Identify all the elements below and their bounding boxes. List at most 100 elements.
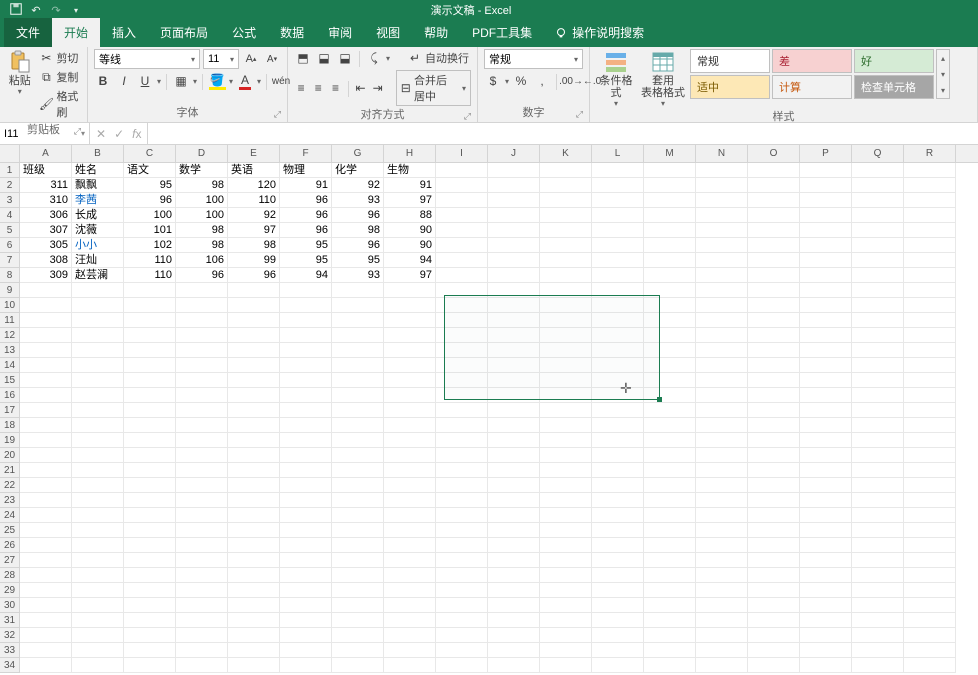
cell[interactable] <box>800 538 852 553</box>
cell[interactable] <box>436 538 488 553</box>
cell[interactable] <box>124 388 176 403</box>
cell[interactable] <box>852 538 904 553</box>
cell[interactable] <box>228 283 280 298</box>
cell[interactable] <box>592 583 644 598</box>
cell[interactable] <box>20 598 72 613</box>
cell[interactable] <box>280 568 332 583</box>
cell[interactable] <box>72 403 124 418</box>
cell[interactable] <box>592 463 644 478</box>
column-header[interactable]: B <box>72 145 124 162</box>
row-header[interactable]: 26 <box>0 538 19 553</box>
cell[interactable] <box>592 343 644 358</box>
cell[interactable] <box>852 238 904 253</box>
cell[interactable] <box>904 313 956 328</box>
cell[interactable] <box>436 448 488 463</box>
cell[interactable] <box>904 253 956 268</box>
cell[interactable]: 95 <box>332 253 384 268</box>
percent-format-icon[interactable]: % <box>512 72 530 90</box>
cell[interactable] <box>592 313 644 328</box>
cell[interactable] <box>176 448 228 463</box>
cell[interactable] <box>488 388 540 403</box>
cell[interactable] <box>20 553 72 568</box>
cell[interactable] <box>124 358 176 373</box>
row-header[interactable]: 20 <box>0 448 19 463</box>
cell[interactable]: 92 <box>228 208 280 223</box>
row-header[interactable]: 21 <box>0 463 19 478</box>
cell[interactable] <box>644 403 696 418</box>
cell[interactable] <box>228 403 280 418</box>
cell[interactable] <box>748 418 800 433</box>
cell[interactable] <box>800 343 852 358</box>
row-header[interactable]: 12 <box>0 328 19 343</box>
cell[interactable] <box>904 238 956 253</box>
cell[interactable] <box>436 613 488 628</box>
cell[interactable] <box>436 268 488 283</box>
cell[interactable] <box>748 493 800 508</box>
cell[interactable]: 94 <box>280 268 332 283</box>
cell[interactable] <box>540 163 592 178</box>
cell[interactable] <box>644 493 696 508</box>
cell[interactable] <box>384 298 436 313</box>
cell[interactable] <box>488 583 540 598</box>
cell[interactable] <box>644 658 696 673</box>
cell[interactable] <box>436 283 488 298</box>
column-header[interactable]: Q <box>852 145 904 162</box>
cell[interactable] <box>748 238 800 253</box>
cell[interactable] <box>904 208 956 223</box>
cell[interactable] <box>800 643 852 658</box>
cell[interactable] <box>72 523 124 538</box>
cell[interactable] <box>540 343 592 358</box>
cell[interactable] <box>436 463 488 478</box>
cell[interactable] <box>280 628 332 643</box>
font-size-combo[interactable]: 11▾ <box>203 49 239 69</box>
cell[interactable] <box>644 433 696 448</box>
cell[interactable] <box>332 643 384 658</box>
cell[interactable]: 100 <box>176 208 228 223</box>
cell[interactable] <box>904 508 956 523</box>
cell[interactable] <box>540 508 592 523</box>
cell[interactable] <box>72 373 124 388</box>
cell[interactable] <box>488 298 540 313</box>
tab-review[interactable]: 审阅 <box>316 18 364 47</box>
cell[interactable] <box>124 553 176 568</box>
tell-me[interactable]: 操作说明搜索 <box>544 18 654 47</box>
cell[interactable] <box>20 628 72 643</box>
cell[interactable] <box>904 178 956 193</box>
cell[interactable] <box>748 253 800 268</box>
cell[interactable] <box>72 583 124 598</box>
cell[interactable]: 96 <box>332 238 384 253</box>
cell[interactable] <box>280 478 332 493</box>
cell[interactable] <box>488 523 540 538</box>
row-header[interactable]: 6 <box>0 238 19 253</box>
cell[interactable] <box>332 403 384 418</box>
cell[interactable] <box>644 223 696 238</box>
cell[interactable] <box>540 298 592 313</box>
cell[interactable] <box>852 583 904 598</box>
cell[interactable] <box>644 538 696 553</box>
row-header[interactable]: 13 <box>0 343 19 358</box>
cell[interactable] <box>124 658 176 673</box>
cell[interactable]: 305 <box>20 238 72 253</box>
row-header[interactable]: 29 <box>0 583 19 598</box>
cell[interactable] <box>592 538 644 553</box>
cell[interactable] <box>228 553 280 568</box>
tab-view[interactable]: 视图 <box>364 18 412 47</box>
cell[interactable] <box>748 553 800 568</box>
cell[interactable] <box>436 523 488 538</box>
cell[interactable] <box>72 598 124 613</box>
cell[interactable] <box>20 373 72 388</box>
tab-file[interactable]: 文件 <box>4 18 52 47</box>
cell[interactable] <box>488 403 540 418</box>
cell[interactable] <box>384 583 436 598</box>
cell[interactable]: 96 <box>280 193 332 208</box>
cell[interactable] <box>748 163 800 178</box>
cell[interactable] <box>332 523 384 538</box>
cell[interactable] <box>696 298 748 313</box>
cell[interactable] <box>332 493 384 508</box>
cell[interactable] <box>332 583 384 598</box>
cell[interactable] <box>696 523 748 538</box>
row-header[interactable]: 28 <box>0 568 19 583</box>
cell[interactable] <box>332 388 384 403</box>
cell[interactable]: 94 <box>384 253 436 268</box>
cell[interactable]: 106 <box>176 253 228 268</box>
